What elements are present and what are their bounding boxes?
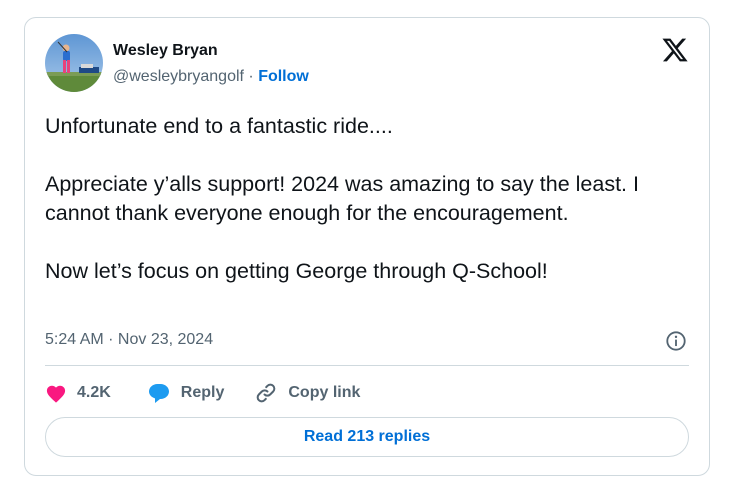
heart-icon	[46, 385, 66, 403]
handle-separator: ·	[243, 68, 259, 85]
tweet-paragraph: Appreciate y’alls support! 2024 was amaz…	[45, 172, 639, 225]
reply-button[interactable]: Reply	[147, 381, 225, 405]
author-avatar[interactable]	[45, 34, 103, 92]
tweet-paragraph: Now let’s focus on getting George throug…	[45, 259, 548, 283]
like-button[interactable]: 4.2K	[45, 383, 111, 403]
x-logo-icon[interactable]	[661, 36, 689, 64]
author-handle-row: @wesleybryangolf · Follow	[113, 68, 309, 86]
reply-label: Reply	[180, 384, 225, 401]
author-name[interactable]: Wesley Bryan	[113, 42, 218, 60]
tweet-text: Unfortunate end to a fantastic ride.... …	[45, 112, 685, 286]
action-bar: 4.2K Reply Copy link	[45, 378, 360, 408]
like-count: 4.2K	[77, 384, 111, 401]
tweet-card: Wesley Bryan @wesleybryangolf · Follow U…	[24, 17, 710, 476]
copy-link-button[interactable]: Copy link	[254, 381, 360, 405]
link-icon	[257, 383, 276, 403]
golfer-avatar-icon	[45, 34, 103, 92]
reply-bubble-icon	[148, 384, 169, 403]
author-handle[interactable]: @wesleybryangolf	[113, 68, 244, 85]
info-icon[interactable]	[665, 330, 687, 352]
follow-button[interactable]: Follow	[258, 68, 309, 85]
read-replies-label: Read 213 replies	[303, 428, 431, 445]
tweet-timestamp[interactable]: 5:24 AM · Nov 23, 2024	[45, 331, 213, 349]
tweet-paragraph: Unfortunate end to a fantastic ride....	[45, 114, 393, 138]
copy-link-label: Copy link	[288, 384, 361, 401]
read-replies-button[interactable]: Read 213 replies	[45, 417, 689, 457]
divider	[45, 365, 689, 366]
